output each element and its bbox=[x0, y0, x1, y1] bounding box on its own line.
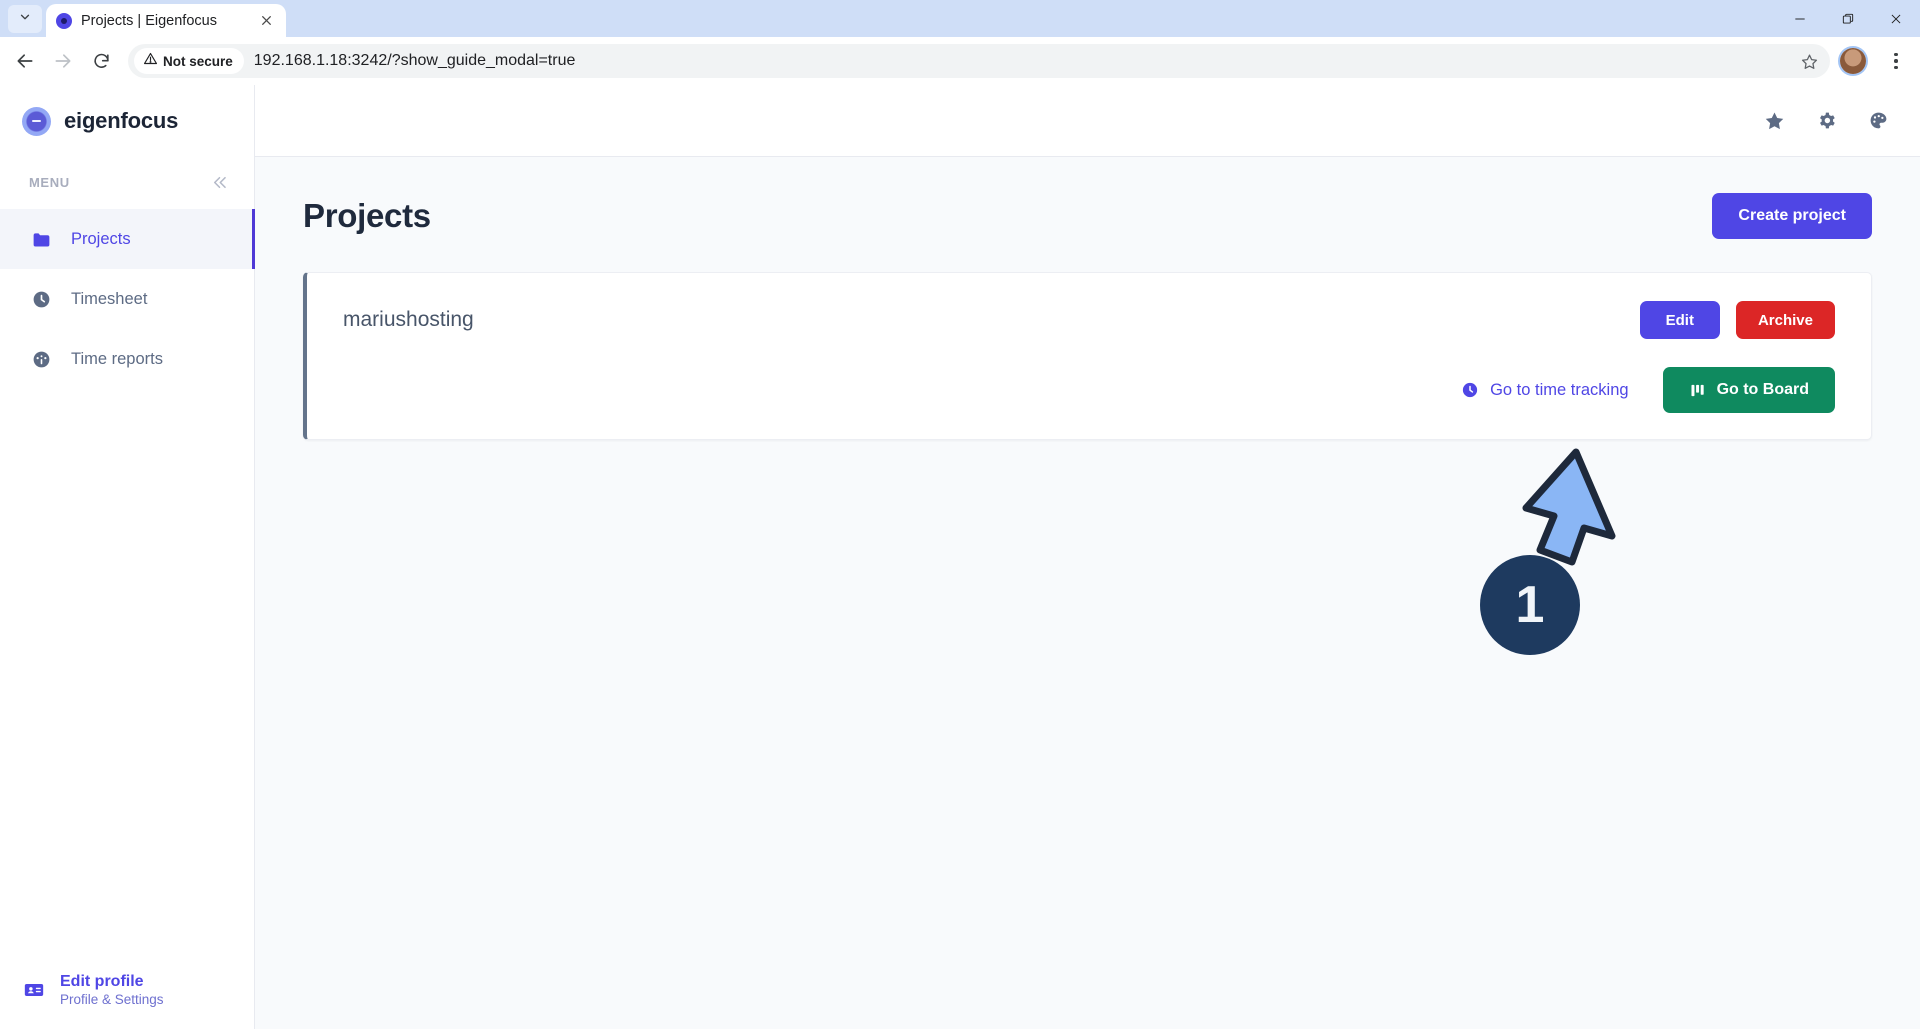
palette-icon[interactable] bbox=[1866, 109, 1890, 133]
toolbar-right bbox=[1840, 46, 1910, 76]
menu-header: MENU bbox=[0, 157, 254, 207]
avatar[interactable] bbox=[1840, 48, 1866, 74]
reload-icon[interactable] bbox=[84, 44, 118, 78]
browser-toolbar: Not secure 192.168.1.18:3242/?show_guide… bbox=[0, 37, 1920, 85]
clock-icon bbox=[1461, 381, 1479, 399]
clock-icon bbox=[30, 288, 52, 310]
page-header: Projects Create project bbox=[303, 193, 1872, 239]
chevron-double-left-icon[interactable] bbox=[206, 169, 232, 195]
topbar bbox=[255, 85, 1920, 157]
project-card-footer: Go to time tracking Go to Board bbox=[343, 367, 1835, 413]
sidebar-item-projects[interactable]: Projects bbox=[0, 209, 255, 269]
chevron-down-icon bbox=[18, 10, 32, 29]
url-text[interactable]: 192.168.1.18:3242/?show_guide_modal=true bbox=[254, 52, 1796, 70]
window-controls bbox=[1776, 0, 1920, 37]
go-to-time-tracking-link[interactable]: Go to time tracking bbox=[1461, 380, 1629, 400]
arrow-right-icon bbox=[46, 44, 80, 78]
minimize-icon[interactable] bbox=[1776, 0, 1824, 37]
app-shell: eigenfocus MENU Projects Timesheet Time … bbox=[0, 85, 1920, 1029]
menu-label: MENU bbox=[29, 174, 70, 190]
folder-icon bbox=[30, 228, 52, 250]
edit-profile-title: Edit profile bbox=[60, 973, 144, 990]
circle-dot-icon bbox=[56, 12, 72, 29]
star-outline-icon[interactable] bbox=[1796, 48, 1822, 74]
close-icon[interactable] bbox=[256, 11, 276, 31]
go-to-time-tracking-label: Go to time tracking bbox=[1490, 380, 1629, 399]
project-card-header: mariushosting Edit Archive bbox=[343, 297, 1835, 343]
project-card-actions: Edit Archive bbox=[1639, 301, 1835, 339]
annotation-step-badge: 1 bbox=[1480, 555, 1580, 655]
project-card: mariushosting Edit Archive Go to time tr… bbox=[303, 272, 1872, 440]
tab-search-button[interactable] bbox=[8, 5, 42, 33]
project-name: mariushosting bbox=[343, 308, 474, 331]
page-content: Projects Create project mariushosting Ed… bbox=[255, 157, 1920, 1029]
kebab-menu-icon[interactable] bbox=[1882, 46, 1910, 76]
main-area: Projects Create project mariushosting Ed… bbox=[255, 85, 1920, 1029]
tab-title: Projects | Eigenfocus bbox=[81, 12, 217, 29]
sidebar-nav: Projects Timesheet Time reports bbox=[0, 207, 255, 389]
restore-icon[interactable] bbox=[1824, 0, 1872, 37]
go-to-board-button[interactable]: Go to Board bbox=[1662, 367, 1835, 413]
omnibox[interactable]: Not secure 192.168.1.18:3242/?show_guide… bbox=[128, 44, 1830, 78]
brand[interactable]: eigenfocus bbox=[0, 85, 254, 157]
close-icon[interactable] bbox=[1872, 0, 1920, 37]
gear-icon[interactable] bbox=[1814, 109, 1838, 133]
go-to-board-label: Go to Board bbox=[1716, 381, 1809, 398]
gauge-icon bbox=[30, 348, 52, 370]
star-icon[interactable] bbox=[1762, 109, 1786, 133]
create-project-button[interactable]: Create project bbox=[1712, 193, 1872, 239]
security-label: Not secure bbox=[163, 53, 233, 69]
sidebar-item-time-reports[interactable]: Time reports bbox=[0, 329, 254, 389]
security-status[interactable]: Not secure bbox=[134, 48, 244, 74]
sidebar-footer-profile[interactable]: Edit profile Profile & Settings bbox=[0, 973, 254, 1029]
archive-project-button[interactable]: Archive bbox=[1735, 301, 1835, 339]
edit-project-button[interactable]: Edit bbox=[1639, 301, 1720, 339]
kanban-columns-icon bbox=[1689, 382, 1706, 399]
page-title: Projects bbox=[303, 197, 431, 234]
id-card-icon bbox=[22, 979, 45, 1002]
sidebar-item-timesheet[interactable]: Timesheet bbox=[0, 269, 254, 329]
browser-tabstrip: Projects | Eigenfocus bbox=[0, 0, 1920, 37]
sidebar-item-label: Time reports bbox=[71, 349, 163, 368]
warning-triangle-icon bbox=[143, 51, 158, 71]
sidebar-item-label: Projects bbox=[71, 229, 131, 248]
arrow-left-icon[interactable] bbox=[8, 44, 42, 78]
sidebar-item-label: Timesheet bbox=[71, 289, 148, 308]
sidebar: eigenfocus MENU Projects Timesheet Time … bbox=[0, 85, 255, 1029]
eigenfocus-logo-icon bbox=[22, 106, 51, 136]
browser-tab[interactable]: Projects | Eigenfocus bbox=[46, 4, 286, 37]
edit-profile-subtitle: Profile & Settings bbox=[60, 992, 164, 1007]
brand-name: eigenfocus bbox=[64, 108, 179, 133]
